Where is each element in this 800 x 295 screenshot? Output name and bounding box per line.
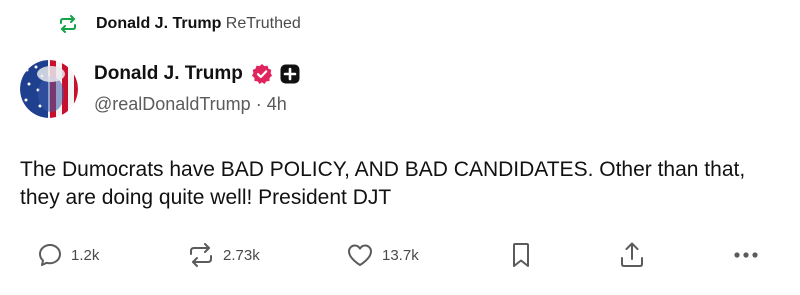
handle-separator: · (255, 94, 262, 114)
avatar[interactable] (20, 60, 78, 118)
like-button[interactable]: 13.7k (346, 240, 419, 270)
bookmark-icon (508, 241, 534, 269)
reply-icon (37, 242, 63, 268)
more-options-button[interactable] (732, 240, 760, 270)
verified-icon (251, 63, 273, 85)
author-handle[interactable]: @realDonaldTrump (94, 94, 251, 114)
share-icon (618, 241, 646, 269)
bookmark-button[interactable] (508, 240, 534, 270)
author-name[interactable]: Donald J. Trump (94, 63, 243, 85)
share-button[interactable] (618, 240, 646, 270)
retruth-text: Donald J. Trump ReTruthed (96, 12, 301, 36)
reply-button[interactable]: 1.2k (37, 240, 99, 270)
more-options-icon (732, 250, 760, 260)
retruth-author[interactable]: Donald J. Trump (96, 15, 221, 32)
handle-line: @realDonaldTrump · 4h (94, 94, 300, 115)
heart-icon (346, 242, 374, 268)
author-block: Donald J. Trump @realDonaldTrump · 4h (94, 60, 300, 115)
retruth-button[interactable]: 2.73k (187, 240, 260, 270)
author-line: Donald J. Trump (94, 60, 300, 88)
post-text: The Dumocrats have BAD POLICY, AND BAD C… (20, 158, 746, 209)
post-time[interactable]: 4h (267, 94, 287, 114)
retruth-count: 2.73k (223, 246, 260, 264)
reply-count: 1.2k (71, 246, 100, 264)
like-count: 13.7k (382, 246, 419, 264)
action-bar: 1.2k 2.73k 13.7k (0, 240, 800, 270)
retruth-banner: Donald J. Trump ReTruthed (58, 12, 301, 36)
plus-icon (280, 64, 300, 84)
retruth-icon (58, 15, 78, 33)
retruth-icon (187, 242, 215, 268)
retruth-label: ReTruthed (225, 15, 301, 32)
